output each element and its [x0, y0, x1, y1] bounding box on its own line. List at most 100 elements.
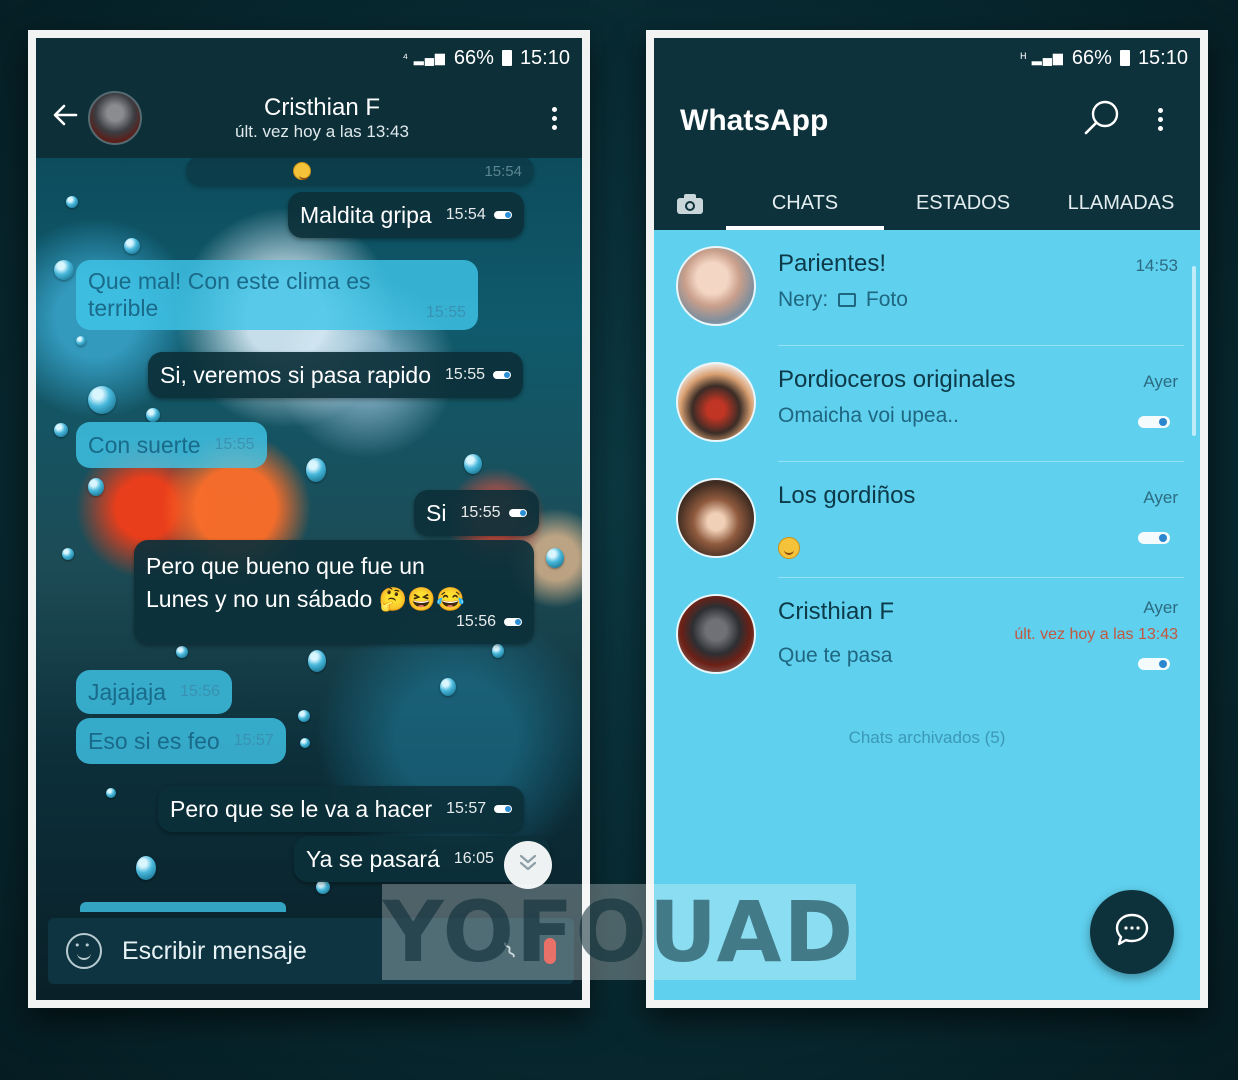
raindrop: [124, 238, 140, 254]
read-receipt-icon: [504, 618, 522, 626]
scroll-down-button[interactable]: [504, 841, 552, 889]
chat-row[interactable]: Parientes! Nery: Foto 14:53: [654, 230, 1200, 346]
back-arrow-icon[interactable]: [52, 101, 88, 136]
battery-icon: [501, 50, 512, 66]
tab-llamadas[interactable]: LLAMADAS: [1042, 182, 1200, 230]
message-bubble[interactable]: Maldita gripa 15:54: [288, 192, 524, 238]
raindrop: [146, 408, 160, 422]
chat-name: Cristhian F: [778, 598, 895, 625]
raindrop: [54, 423, 68, 437]
message-bubble-partial: [80, 902, 286, 912]
tab-camera[interactable]: [654, 182, 726, 230]
chat-preview: Omaicha voi upea..: [778, 404, 959, 427]
status-bar: ᴴ ▂▄▆ 66% 15:10: [654, 38, 1200, 78]
chat-name: Parientes!: [778, 250, 887, 277]
read-receipt-icon: [493, 211, 512, 219]
message-time: 15:55: [425, 304, 466, 321]
raindrop: [88, 478, 104, 496]
message-bubble[interactable]: Jajajaja 15:56: [76, 670, 233, 714]
app-title: WhatsApp: [680, 104, 829, 137]
archived-chats-link[interactable]: Chats archivados (5): [654, 728, 1200, 748]
raindrop: [106, 788, 116, 798]
message-text: Maldita gripa: [300, 201, 432, 228]
avatar[interactable]: [676, 478, 756, 558]
message-text: terrible: [88, 295, 159, 321]
chat-row[interactable]: Los gordiños 😊 Ayer: [654, 462, 1200, 578]
raindrop: [176, 646, 188, 658]
contact-name: Cristhian F: [263, 94, 381, 121]
message-bubble[interactable]: Si 15:55: [414, 490, 539, 536]
chat-header: Cristhian F últ. vez hoy a las 13:43: [36, 78, 582, 158]
raindrop: [308, 650, 326, 672]
raindrop: [76, 336, 86, 346]
watermark-logo: YOFOUAD: [382, 883, 856, 981]
chat-preview: Nery: Foto: [778, 288, 908, 312]
message-time: 15:55: [214, 436, 255, 453]
contact-info[interactable]: Cristhian F últ. vez hoy a las 13:43: [142, 94, 502, 142]
raindrop: [492, 644, 504, 658]
emoji-icon: [293, 162, 311, 180]
more-options-icon[interactable]: [542, 106, 566, 130]
raindrop: [316, 880, 330, 894]
emoji-icon: 😊: [778, 537, 800, 559]
chat-row[interactable]: Cristhian F últ. vez hoy a las 13:43 Que…: [654, 578, 1200, 694]
avatar[interactable]: [676, 246, 756, 326]
chat-bubble-icon: [1112, 910, 1152, 954]
message-time: 16:05: [453, 850, 494, 867]
chat-time: Ayer: [1143, 488, 1178, 507]
app-header: WhatsApp CHATS ESTADOS LLAMADAS: [654, 78, 1200, 230]
message-text: Si, veremos si pasa rapido: [160, 361, 432, 388]
message-bubble[interactable]: Pero que se le va a hacer 15:57: [158, 786, 525, 832]
message-time: 15:55: [445, 366, 486, 383]
delivery-status-icon: [1138, 658, 1170, 670]
message-text: Ya se pasará: [306, 845, 440, 872]
message-bubble[interactable]: Si, veremos si pasa rapido 15:55: [148, 352, 524, 398]
avatar[interactable]: [676, 362, 756, 442]
battery-level: 66%: [1071, 46, 1112, 69]
message-time: 15:55: [460, 504, 501, 521]
read-receipt-icon: [494, 805, 513, 813]
message-bubble[interactable]: Que mal! Con este clima es terrible 15:5…: [76, 260, 478, 330]
chat-preview: Que te pasa: [778, 644, 893, 667]
chat-time: Ayer: [1143, 372, 1178, 391]
last-seen: últ. vez hoy a las 13:43: [1014, 626, 1178, 643]
raindrop: [136, 856, 156, 880]
tab-bar: CHATS ESTADOS LLAMADAS: [654, 182, 1200, 230]
delivery-status-icon: [1138, 416, 1170, 428]
raindrop: [88, 386, 116, 414]
raindrop: [440, 678, 456, 696]
emoji-picker-icon[interactable]: [66, 933, 102, 969]
raindrop: [300, 738, 310, 748]
message-time: 15:54: [484, 162, 522, 180]
chat-screen: ⁴ ▂▄▆ 66% 15:10 Cristhian F últ. vez hoy…: [36, 38, 582, 1000]
raindrop: [54, 260, 74, 280]
message-text: Pero que se le va a hacer: [170, 795, 433, 822]
message-bubble[interactable]: Pero que bueno que fue un Lunes y no un …: [134, 540, 534, 644]
more-options-icon[interactable]: [1148, 108, 1172, 131]
message-text: Eso si es feo: [88, 727, 220, 754]
search-icon[interactable]: [1082, 98, 1122, 138]
message-text: Si: [426, 499, 447, 526]
tab-estados[interactable]: ESTADOS: [884, 182, 1042, 230]
raindrop: [464, 454, 482, 474]
camera-icon: [676, 193, 704, 219]
avatar[interactable]: [676, 594, 756, 674]
message-bubble[interactable]: Con suerte 15:55: [76, 422, 267, 468]
chat-row[interactable]: Pordioceros originales Omaicha voi upea.…: [654, 346, 1200, 462]
raindrop: [298, 710, 310, 722]
message-text: Con suerte: [88, 431, 201, 458]
chat-time: Ayer: [1143, 598, 1178, 617]
tab-chats[interactable]: CHATS: [726, 182, 884, 230]
contact-avatar[interactable]: [88, 91, 142, 145]
raindrop: [306, 458, 326, 482]
message-time: 15:57: [233, 732, 274, 749]
new-chat-button[interactable]: [1090, 890, 1174, 974]
message-bubble-partial[interactable]: 15:54: [186, 156, 534, 186]
clock: 15:10: [519, 46, 570, 69]
message-text: Jajajaja: [88, 678, 166, 705]
battery-icon: [1119, 50, 1130, 66]
status-bar: ⁴ ▂▄▆ 66% 15:10: [36, 38, 582, 78]
message-bubble[interactable]: Eso si es feo 15:57: [76, 718, 286, 764]
message-time: 15:57: [446, 800, 487, 817]
message-time: 15:56: [180, 683, 221, 700]
